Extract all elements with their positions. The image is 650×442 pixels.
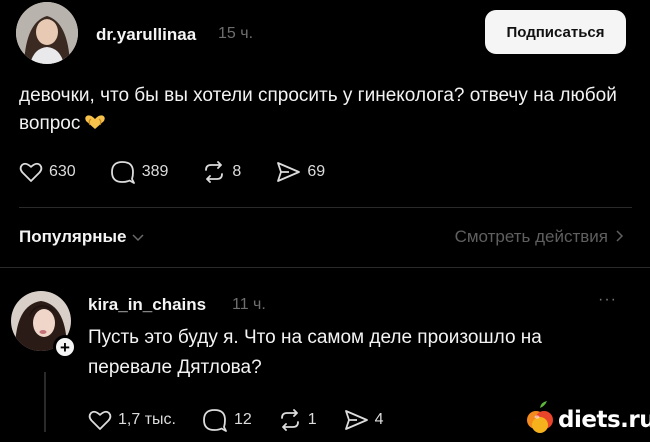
post-share-count: 69 [307,163,326,180]
post-comment-button[interactable]: 389 [110,160,169,184]
sort-label: Популярные [19,227,127,246]
view-activity-link[interactable]: Смотреть действия [455,227,624,247]
reply-repost-count: 1 [307,411,317,428]
post-author-username[interactable]: dr.yarullinaa [96,25,196,45]
reply-timestamp: 11 ч. [232,296,266,313]
post-comment-count: 389 [141,163,169,180]
post-text-content: девочки, что бы вы хотели спросить у гин… [19,85,617,134]
reply-actions: 1,7 тыс. 12 1 4 [88,408,418,432]
post-divider [19,207,632,208]
thread-line [44,372,46,432]
share-icon [343,409,369,431]
chevron-right-icon [616,227,624,247]
reply-share-button[interactable]: 4 [343,409,384,431]
post-share-button[interactable]: 69 [275,161,325,183]
heart-hands-emoji [84,111,106,129]
view-activity-label: Смотреть действия [454,227,608,246]
section-divider [0,267,650,268]
more-icon[interactable]: ··· [598,291,617,309]
sort-dropdown[interactable]: Популярные [19,227,144,247]
heart-icon [19,161,43,183]
chevron-down-icon [132,227,144,247]
post-actions: 630 389 8 69 [19,160,359,184]
post-timestamp: 15 ч. [218,25,254,42]
repost-icon [202,161,226,183]
post-repost-button[interactable]: 8 [202,161,241,183]
post-like-button[interactable]: 630 [19,161,76,183]
reply-like-count: 1,7 тыс. [118,411,176,428]
reply-share-count: 4 [374,411,384,428]
plus-icon: + [60,337,70,357]
comment-icon [110,160,136,184]
reply-comment-count: 12 [233,411,252,428]
reply-author-username[interactable]: kira_in_chains [88,295,206,315]
reply-like-button[interactable]: 1,7 тыс. [88,409,176,431]
reply-text: Пусть это буду я. Что на самом деле прои… [88,327,542,378]
watermark-text: diets.ru [558,406,650,433]
follow-button[interactable]: Подписаться [485,10,626,54]
fruit-logo [525,400,555,439]
post-author-avatar[interactable] [16,2,78,64]
post-text: девочки, что бы вы хотели спросить у гин… [19,82,619,138]
share-icon [275,161,301,183]
reply-repost-button[interactable]: 1 [278,409,317,431]
heart-icon [88,409,112,431]
post-repost-count: 8 [232,163,242,180]
repost-icon [278,409,302,431]
post-like-count: 630 [49,163,76,180]
reply-comment-button[interactable]: 12 [202,408,252,432]
follow-reply-author-button[interactable]: + [53,335,77,359]
comment-icon [202,408,228,432]
watermark: diets.ru [525,400,650,439]
